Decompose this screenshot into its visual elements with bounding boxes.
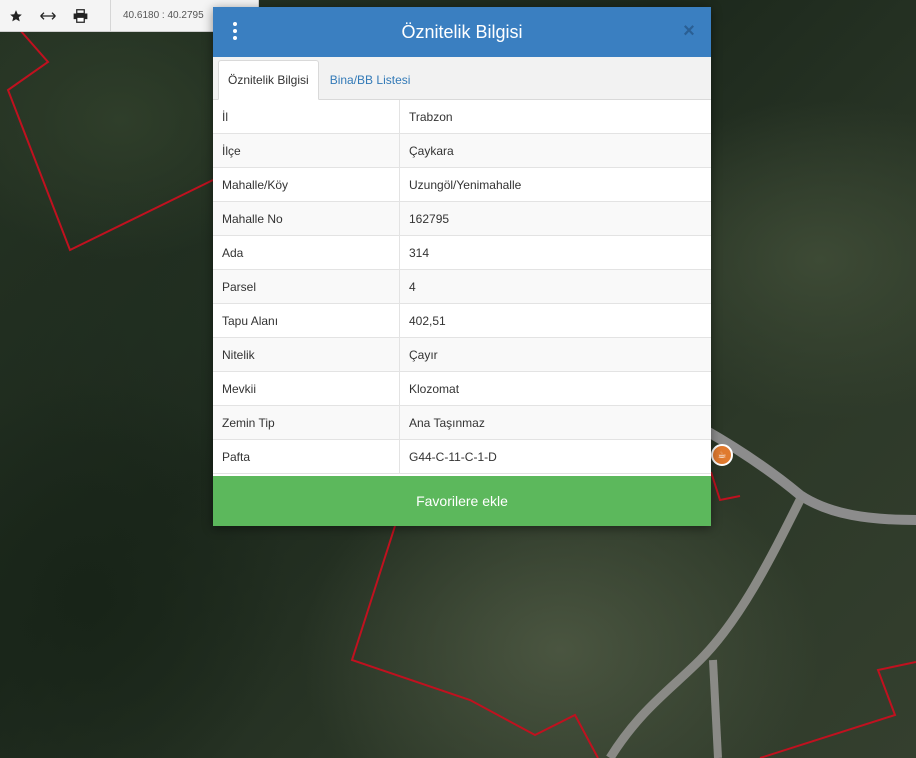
row-key: İlçe <box>213 133 400 168</box>
table-row: Mahalle No 162795 <box>213 201 711 236</box>
row-key: Mahalle No <box>213 201 400 236</box>
row-value: 314 <box>399 235 711 270</box>
row-key: Ada <box>213 235 400 270</box>
row-value: 162795 <box>399 201 711 236</box>
row-value: Çaykara <box>399 133 711 168</box>
tab-attribute-info[interactable]: Öznitelik Bilgisi <box>218 60 319 100</box>
row-key: Mahalle/Köy <box>213 167 400 202</box>
row-key: Nitelik <box>213 337 400 372</box>
row-key: İl <box>213 100 400 134</box>
row-key: Mevkii <box>213 371 400 406</box>
tab-building-list[interactable]: Bina/BB Listesi <box>321 61 420 99</box>
attribute-info-modal: Öznitelik Bilgisi × Öznitelik Bilgisi Bi… <box>213 7 711 526</box>
row-key: Parsel <box>213 269 400 304</box>
measure-button[interactable] <box>32 0 64 31</box>
table-row: İlçe Çaykara <box>213 133 711 168</box>
add-to-favorites-button[interactable]: Favorilere ekle <box>213 476 711 526</box>
attribute-table: İl Trabzon İlçe Çaykara Mahalle/Köy Uzungöl… <box>213 100 711 474</box>
print-icon <box>73 8 87 23</box>
row-value: Ana Taşınmaz <box>399 405 711 440</box>
measure-icon <box>40 11 56 20</box>
row-value: Çayır <box>399 337 711 372</box>
table-row: Mahalle/Köy Uzungöl/Yenimahalle <box>213 167 711 202</box>
road <box>709 659 722 758</box>
row-value: Uzungöl/Yenimahalle <box>399 167 711 202</box>
parcel-line <box>759 661 916 758</box>
modal-header: Öznitelik Bilgisi × <box>213 7 711 57</box>
star-icon <box>10 9 22 21</box>
table-row: Tapu Alanı 402,51 <box>213 303 711 338</box>
row-value: Klozomat <box>399 371 711 406</box>
table-row: Zemin Tip Ana Taşınmaz <box>213 405 711 440</box>
kebab-menu-icon[interactable] <box>231 22 239 42</box>
parcel-line <box>350 525 599 758</box>
row-value: 4 <box>399 269 711 304</box>
parcel-line <box>710 471 741 502</box>
row-value: Trabzon <box>399 100 711 134</box>
row-key: Pafta <box>213 439 400 474</box>
table-row: Pafta G44-C-11-C-1-D <box>213 439 711 474</box>
coordinate-readout: 40.6180 : 40.2795 <box>110 0 204 31</box>
modal-tabs: Öznitelik Bilgisi Bina/BB Listesi <box>213 57 711 100</box>
row-key: Tapu Alanı <box>213 303 400 338</box>
table-row: Nitelik Çayır <box>213 337 711 372</box>
row-value: 402,51 <box>399 303 711 338</box>
favorite-star-button[interactable] <box>0 0 32 31</box>
table-row: Ada 314 <box>213 235 711 270</box>
close-icon[interactable]: × <box>681 21 697 41</box>
road <box>606 497 805 758</box>
print-button[interactable] <box>64 0 96 31</box>
road <box>702 425 916 525</box>
modal-title: Öznitelik Bilgisi <box>401 21 523 42</box>
parcel-line <box>6 29 214 252</box>
table-row: Mevkii Klozomat <box>213 371 711 406</box>
row-key: Zemin Tip <box>213 405 400 440</box>
table-row: Parsel 4 <box>213 269 711 304</box>
cafe-poi-icon[interactable]: ☕ <box>711 444 733 466</box>
row-value: G44-C-11-C-1-D <box>399 439 711 474</box>
table-row: İl Trabzon <box>213 100 711 134</box>
